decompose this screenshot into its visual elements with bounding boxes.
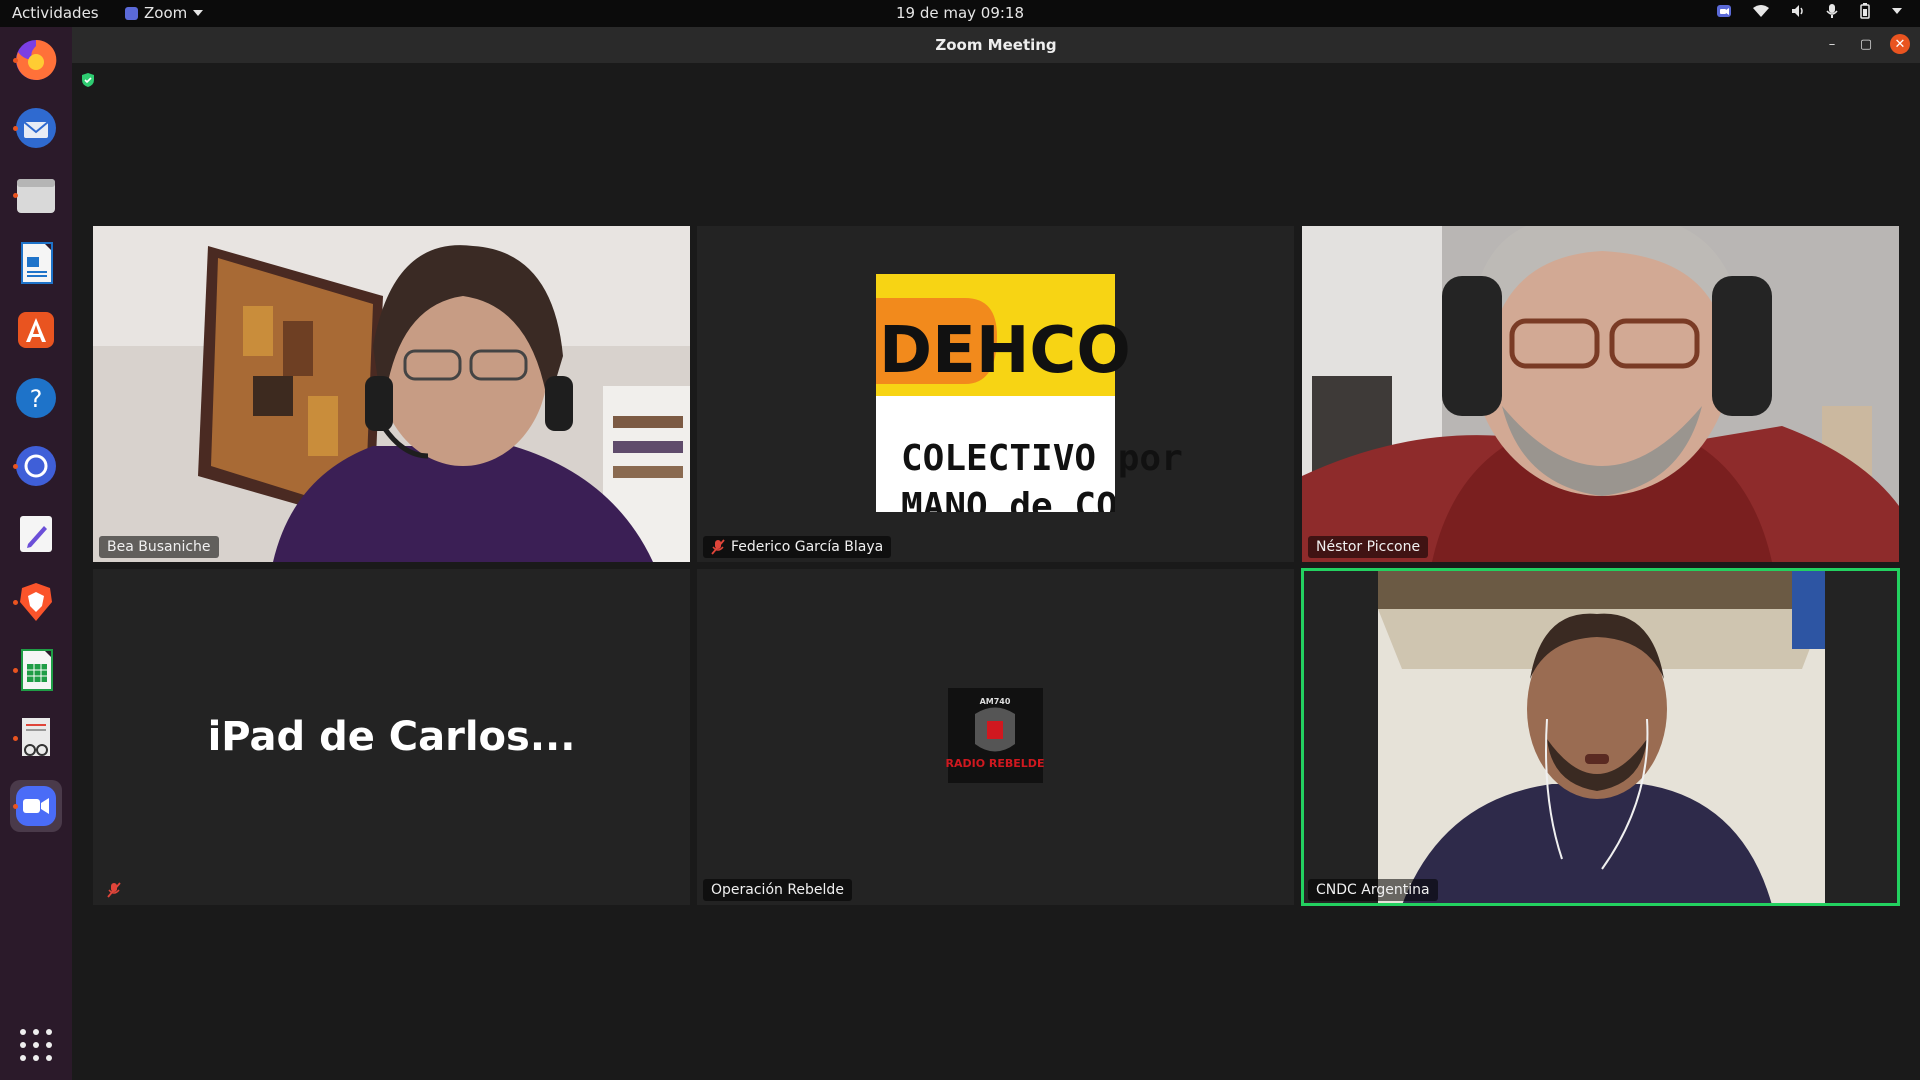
logo-text-bottom: COLECTIVO por	[901, 438, 1183, 479]
close-button[interactable]: ✕	[1890, 34, 1910, 54]
running-indicator	[13, 600, 18, 605]
participant-video	[1302, 226, 1899, 562]
participant-name-label: Néstor Piccone	[1308, 536, 1429, 558]
participant-video	[1302, 569, 1899, 905]
participant-tile[interactable]: DEHCO COLECTIVO por MANO de COMU Federic…	[697, 226, 1294, 562]
text-editor-icon	[20, 516, 52, 552]
participant-tile-active-speaker[interactable]: CNDC Argentina	[1301, 568, 1900, 906]
dock-text-editor[interactable]	[10, 508, 62, 560]
window-titlebar[interactable]: Zoom Meeting – ▢ ✕	[72, 27, 1920, 63]
running-indicator	[13, 126, 18, 131]
volume-icon[interactable]	[1790, 3, 1806, 19]
logo-text-top: DEHCO	[879, 314, 1131, 388]
clock[interactable]: 19 de may 09:18	[0, 4, 1920, 22]
zoom-tray-icon[interactable]	[1716, 3, 1732, 19]
running-indicator	[13, 804, 18, 809]
running-indicator	[13, 193, 18, 198]
participant-display-name: iPad de Carlos...	[207, 714, 576, 760]
firefox-icon	[16, 39, 57, 80]
participant-name-label: Bea Busaniche	[99, 536, 219, 558]
participant-logo: AM740 RADIO REBELDE	[697, 569, 1294, 905]
participant-name: Operación Rebelde	[711, 882, 844, 898]
encryption-shield-icon[interactable]	[80, 72, 96, 88]
svg-text:?: ?	[30, 385, 43, 413]
participant-tile[interactable]: AM740 RADIO REBELDE Operación Rebelde	[697, 569, 1294, 905]
activities-button[interactable]: Actividades	[12, 4, 99, 22]
calc-icon	[21, 649, 53, 691]
logo-text-top: AM740	[980, 697, 1011, 706]
participant-video	[93, 226, 690, 562]
chevron-down-icon	[193, 10, 204, 16]
participant-logo: DEHCO COLECTIVO por MANO de COMU	[697, 226, 1294, 562]
zoom-app-icon	[125, 6, 138, 20]
app-menu[interactable]: Zoom	[125, 4, 204, 22]
dock-chromium[interactable]	[10, 440, 62, 492]
dock-firefox[interactable]	[10, 34, 62, 86]
help-icon: ?	[16, 378, 56, 418]
participant-tile[interactable]: iPad de Carlos...	[93, 569, 690, 905]
app-menu-label: Zoom	[144, 4, 188, 22]
wifi-icon[interactable]	[1752, 3, 1770, 19]
window-title: Zoom Meeting	[935, 36, 1057, 54]
brave-icon	[20, 583, 52, 621]
dock-app-center[interactable]	[10, 304, 62, 356]
top-bar: Actividades Zoom 19 de may 09:18	[0, 0, 1920, 27]
participant-name: Federico García Blaya	[731, 539, 884, 555]
dock-calc[interactable]	[10, 644, 62, 696]
document-viewer-icon	[22, 718, 50, 756]
chromium-icon	[16, 446, 56, 486]
participant-tile[interactable]: Néstor Piccone	[1302, 226, 1899, 562]
show-applications-icon[interactable]	[20, 1029, 52, 1061]
participant-name: Bea Busaniche	[107, 539, 211, 555]
participant-name-label: Federico García Blaya	[703, 536, 892, 558]
muted-microphone-icon	[711, 539, 725, 555]
battery-icon[interactable]	[1858, 3, 1872, 19]
system-tray[interactable]	[1716, 3, 1902, 19]
app-center-icon	[18, 312, 54, 348]
writer-icon	[21, 242, 53, 284]
participant-name: CNDC Argentina	[1316, 882, 1430, 898]
dock-brave[interactable]	[10, 576, 62, 628]
files-icon	[17, 179, 55, 213]
dock-help[interactable]: ?	[10, 372, 62, 424]
participant-name: Néstor Piccone	[1316, 539, 1421, 555]
running-indicator	[13, 668, 18, 673]
logo-text-bottom: RADIO REBELDE	[946, 757, 1045, 770]
running-indicator	[13, 736, 18, 741]
running-indicator	[13, 464, 18, 469]
microphone-icon[interactable]	[1826, 3, 1838, 19]
maximize-button[interactable]: ▢	[1856, 34, 1876, 54]
zoom-icon	[16, 786, 56, 826]
dock-zoom[interactable]	[10, 780, 62, 832]
muted-microphone-icon	[107, 882, 121, 898]
dock: ?	[0, 27, 72, 1080]
running-indicator	[13, 58, 18, 63]
dock-thunderbird[interactable]	[10, 102, 62, 154]
dock-writer[interactable]	[10, 237, 62, 289]
participant-name-label: CNDC Argentina	[1308, 879, 1438, 901]
dock-document-viewer[interactable]	[10, 712, 62, 764]
participant-tile[interactable]: Bea Busaniche	[93, 226, 690, 562]
minimize-button[interactable]: –	[1822, 34, 1842, 54]
chevron-down-icon[interactable]	[1892, 8, 1902, 14]
participant-name-label	[99, 879, 129, 901]
participant-name-label: Operación Rebelde	[703, 879, 852, 901]
dock-files[interactable]	[10, 169, 62, 221]
thunderbird-icon	[16, 108, 56, 148]
